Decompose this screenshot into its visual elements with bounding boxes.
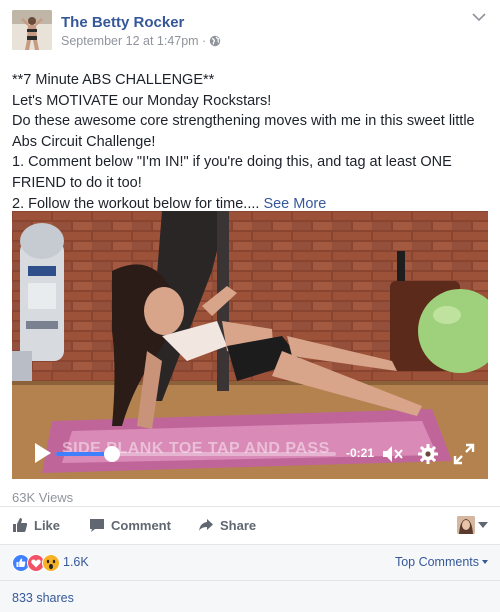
globe-icon [210, 35, 221, 47]
share-icon [199, 519, 213, 531]
video-player[interactable]: SIDE PLANK TOE TAP AND PASS -0:21 [12, 211, 488, 479]
thumbs-up-icon [13, 518, 28, 532]
like-reaction-icon [12, 554, 30, 572]
like-label: Like [34, 517, 61, 533]
post-line: Let's MOTIVATE our Monday Rockstars! [12, 92, 272, 109]
comment-icon [90, 519, 104, 532]
post-line: 2. Follow the workout below for time.... [12, 195, 264, 212]
post-message: **7 Minute ABS CHALLENGE** Let's MOTIVAT… [12, 70, 488, 214]
play-icon[interactable] [34, 442, 52, 464]
post-line: Abs Circuit Challenge! [12, 133, 156, 150]
post-line: FRIEND to do it too! [12, 174, 142, 191]
caret-down-icon [482, 560, 488, 564]
fullscreen-icon[interactable] [453, 443, 475, 465]
share-label: Share [220, 517, 257, 533]
comment-sort-label: Top Comments [394, 555, 479, 569]
post-meta: September 12 at 1:47pm · [61, 34, 221, 48]
mute-icon[interactable] [382, 445, 404, 463]
shares-bar: 833 shares [0, 580, 500, 612]
comment-button[interactable]: Comment [89, 517, 171, 533]
comment-label: Comment [111, 517, 171, 533]
post-header: The Betty Rocker September 12 at 1:47pm … [12, 10, 488, 54]
reaction-icons[interactable] [12, 554, 64, 572]
viewer-avatar[interactable] [457, 516, 475, 534]
video-time-remaining: -0:21 [346, 446, 375, 460]
love-reaction-icon [27, 554, 45, 572]
page-name-link[interactable]: The Betty Rocker [61, 14, 184, 31]
video-frame-image [12, 211, 488, 479]
reactions-bar: 1.6K Top Comments [0, 544, 500, 580]
like-button[interactable]: Like [12, 517, 60, 533]
page-avatar[interactable] [12, 10, 52, 50]
wow-reaction-icon [42, 554, 60, 572]
video-progress-bar[interactable] [56, 446, 336, 462]
post-line: 1. Comment below "I'm IN!" if you're doi… [12, 154, 452, 171]
post-line: Do these awesome core strengthening move… [12, 113, 475, 130]
post-line: **7 Minute ABS CHALLENGE** [12, 72, 215, 88]
share-count-link[interactable]: 833 shares [12, 591, 74, 605]
action-bar: Like Comment Share [0, 506, 500, 544]
video-progress-handle[interactable] [104, 446, 120, 462]
see-more-link[interactable]: See More [263, 196, 326, 212]
reaction-count[interactable]: 1.6K [63, 555, 89, 569]
chevron-down-icon[interactable] [478, 521, 488, 529]
post-timestamp[interactable]: September 12 at 1:47pm · [61, 34, 206, 48]
share-button[interactable]: Share [198, 517, 256, 533]
post-options-chevron-icon[interactable] [472, 12, 486, 22]
view-count: 63K Views [12, 490, 74, 505]
comment-sort-dropdown[interactable]: Top Comments [395, 555, 488, 569]
gear-icon[interactable] [417, 443, 439, 465]
